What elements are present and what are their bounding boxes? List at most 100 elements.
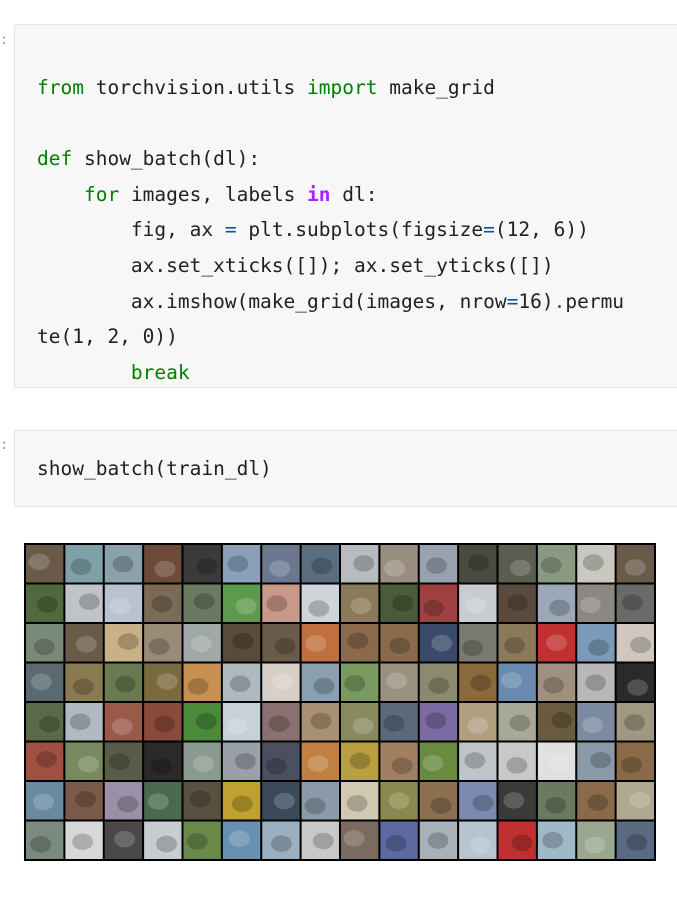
image-tile: [616, 821, 654, 859]
image-tile: [144, 742, 182, 780]
code-text: permu: [565, 289, 625, 313]
image-tile: [459, 703, 497, 741]
image-tile: [380, 742, 418, 780]
image-tile: [65, 821, 103, 859]
image-tile: [262, 703, 300, 741]
code-text: fig, ax: [37, 218, 225, 242]
image-tile: [498, 624, 536, 662]
code-cell-show-batch[interactable]: show_batch(train_dl): [14, 430, 677, 507]
image-tile: [301, 545, 339, 583]
code-text: make_grid: [377, 76, 495, 99]
code-editor[interactable]: show_batch(train_dl): [15, 431, 677, 487]
image-tile: [577, 782, 615, 820]
code-text: ax.imshow(make_grid(images, nrow: [37, 289, 507, 313]
code-text: torchvision.utils: [83, 76, 308, 99]
image-tile: [380, 821, 418, 859]
image-tile: [104, 663, 143, 701]
image-tile: [380, 545, 418, 583]
image-tile: [419, 742, 458, 780]
image-tile: [26, 584, 64, 622]
image-tile: [144, 782, 182, 820]
image-tile: [222, 742, 261, 780]
image-tile: [301, 624, 339, 662]
code-text: show_batch(train_dl): [37, 457, 272, 480]
image-tile: [341, 703, 379, 741]
image-tile: [222, 703, 261, 741]
code-editor[interactable]: from torchvision.utils import make_gridd…: [15, 25, 677, 390]
code-cell-make-grid[interactable]: from torchvision.utils import make_gridd…: [14, 24, 677, 388]
code-token: for: [83, 182, 120, 206]
image-tile: [104, 545, 143, 583]
image-tile: [537, 663, 576, 701]
image-tile: [26, 742, 64, 780]
image-tile: [301, 821, 339, 859]
image-tile: [498, 703, 536, 741]
image-tile: [222, 821, 261, 859]
code-token: from: [37, 76, 84, 99]
image-tile: [577, 545, 615, 583]
code-line: break: [37, 355, 677, 391]
image-tile: [341, 782, 379, 820]
image-tile: [104, 624, 143, 662]
image-tile: [616, 584, 654, 622]
code-line: from torchvision.utils import make_grid: [37, 70, 677, 106]
code-line: ax.imshow(make_grid(images, nrow=16).per…: [37, 284, 677, 320]
output-image-grid: [24, 543, 656, 861]
image-tile: [183, 545, 221, 583]
image-tile: [419, 584, 458, 622]
image-tile: [144, 584, 182, 622]
image-tile: [616, 624, 654, 662]
image-tile: [144, 624, 182, 662]
code-line: fig, ax = plt.subplots(figsize=(12, 6)): [37, 212, 677, 248]
image-tile: [616, 545, 654, 583]
image-tile: [380, 782, 418, 820]
image-tile: [183, 663, 221, 701]
code-text: dl:: [330, 182, 378, 206]
image-tile: [341, 624, 379, 662]
image-tile: [419, 782, 458, 820]
code-text: plt.subplots(figsize: [236, 218, 484, 242]
image-tile: [419, 703, 458, 741]
image-tile: [222, 624, 261, 662]
image-tile: [262, 742, 300, 780]
image-tile: [537, 584, 576, 622]
image-tile: [498, 545, 536, 583]
image-tile: [380, 584, 418, 622]
image-grid: [26, 545, 654, 859]
image-tile: [419, 821, 458, 859]
image-tile: [301, 584, 339, 622]
image-tile: [65, 742, 103, 780]
image-tile: [498, 663, 536, 701]
image-tile: [459, 624, 497, 662]
image-tile: [459, 782, 497, 820]
image-tile: [616, 703, 654, 741]
image-tile: [498, 821, 536, 859]
code-line: te(1, 2, 0)): [37, 319, 677, 355]
image-tile: [380, 703, 418, 741]
image-tile: [183, 742, 221, 780]
image-tile: [459, 742, 497, 780]
image-tile: [341, 821, 379, 859]
code-text: show_batch(dl):: [72, 147, 261, 171]
image-tile: [222, 782, 261, 820]
image-tile: [65, 782, 103, 820]
code-token: =: [483, 218, 495, 242]
image-tile: [104, 742, 143, 780]
image-tile: [616, 742, 654, 780]
image-tile: [380, 663, 418, 701]
image-tile: [459, 584, 497, 622]
image-tile: [577, 584, 615, 622]
image-tile: [498, 584, 536, 622]
image-tile: [341, 584, 379, 622]
code-text: 16): [518, 289, 554, 313]
image-tile: [222, 545, 261, 583]
image-tile: [577, 742, 615, 780]
image-tile: [537, 545, 576, 583]
image-tile: [65, 545, 103, 583]
image-tile: [419, 624, 458, 662]
image-tile: [262, 624, 300, 662]
image-tile: [26, 782, 64, 820]
image-tile: [262, 782, 300, 820]
image-tile: [459, 545, 497, 583]
